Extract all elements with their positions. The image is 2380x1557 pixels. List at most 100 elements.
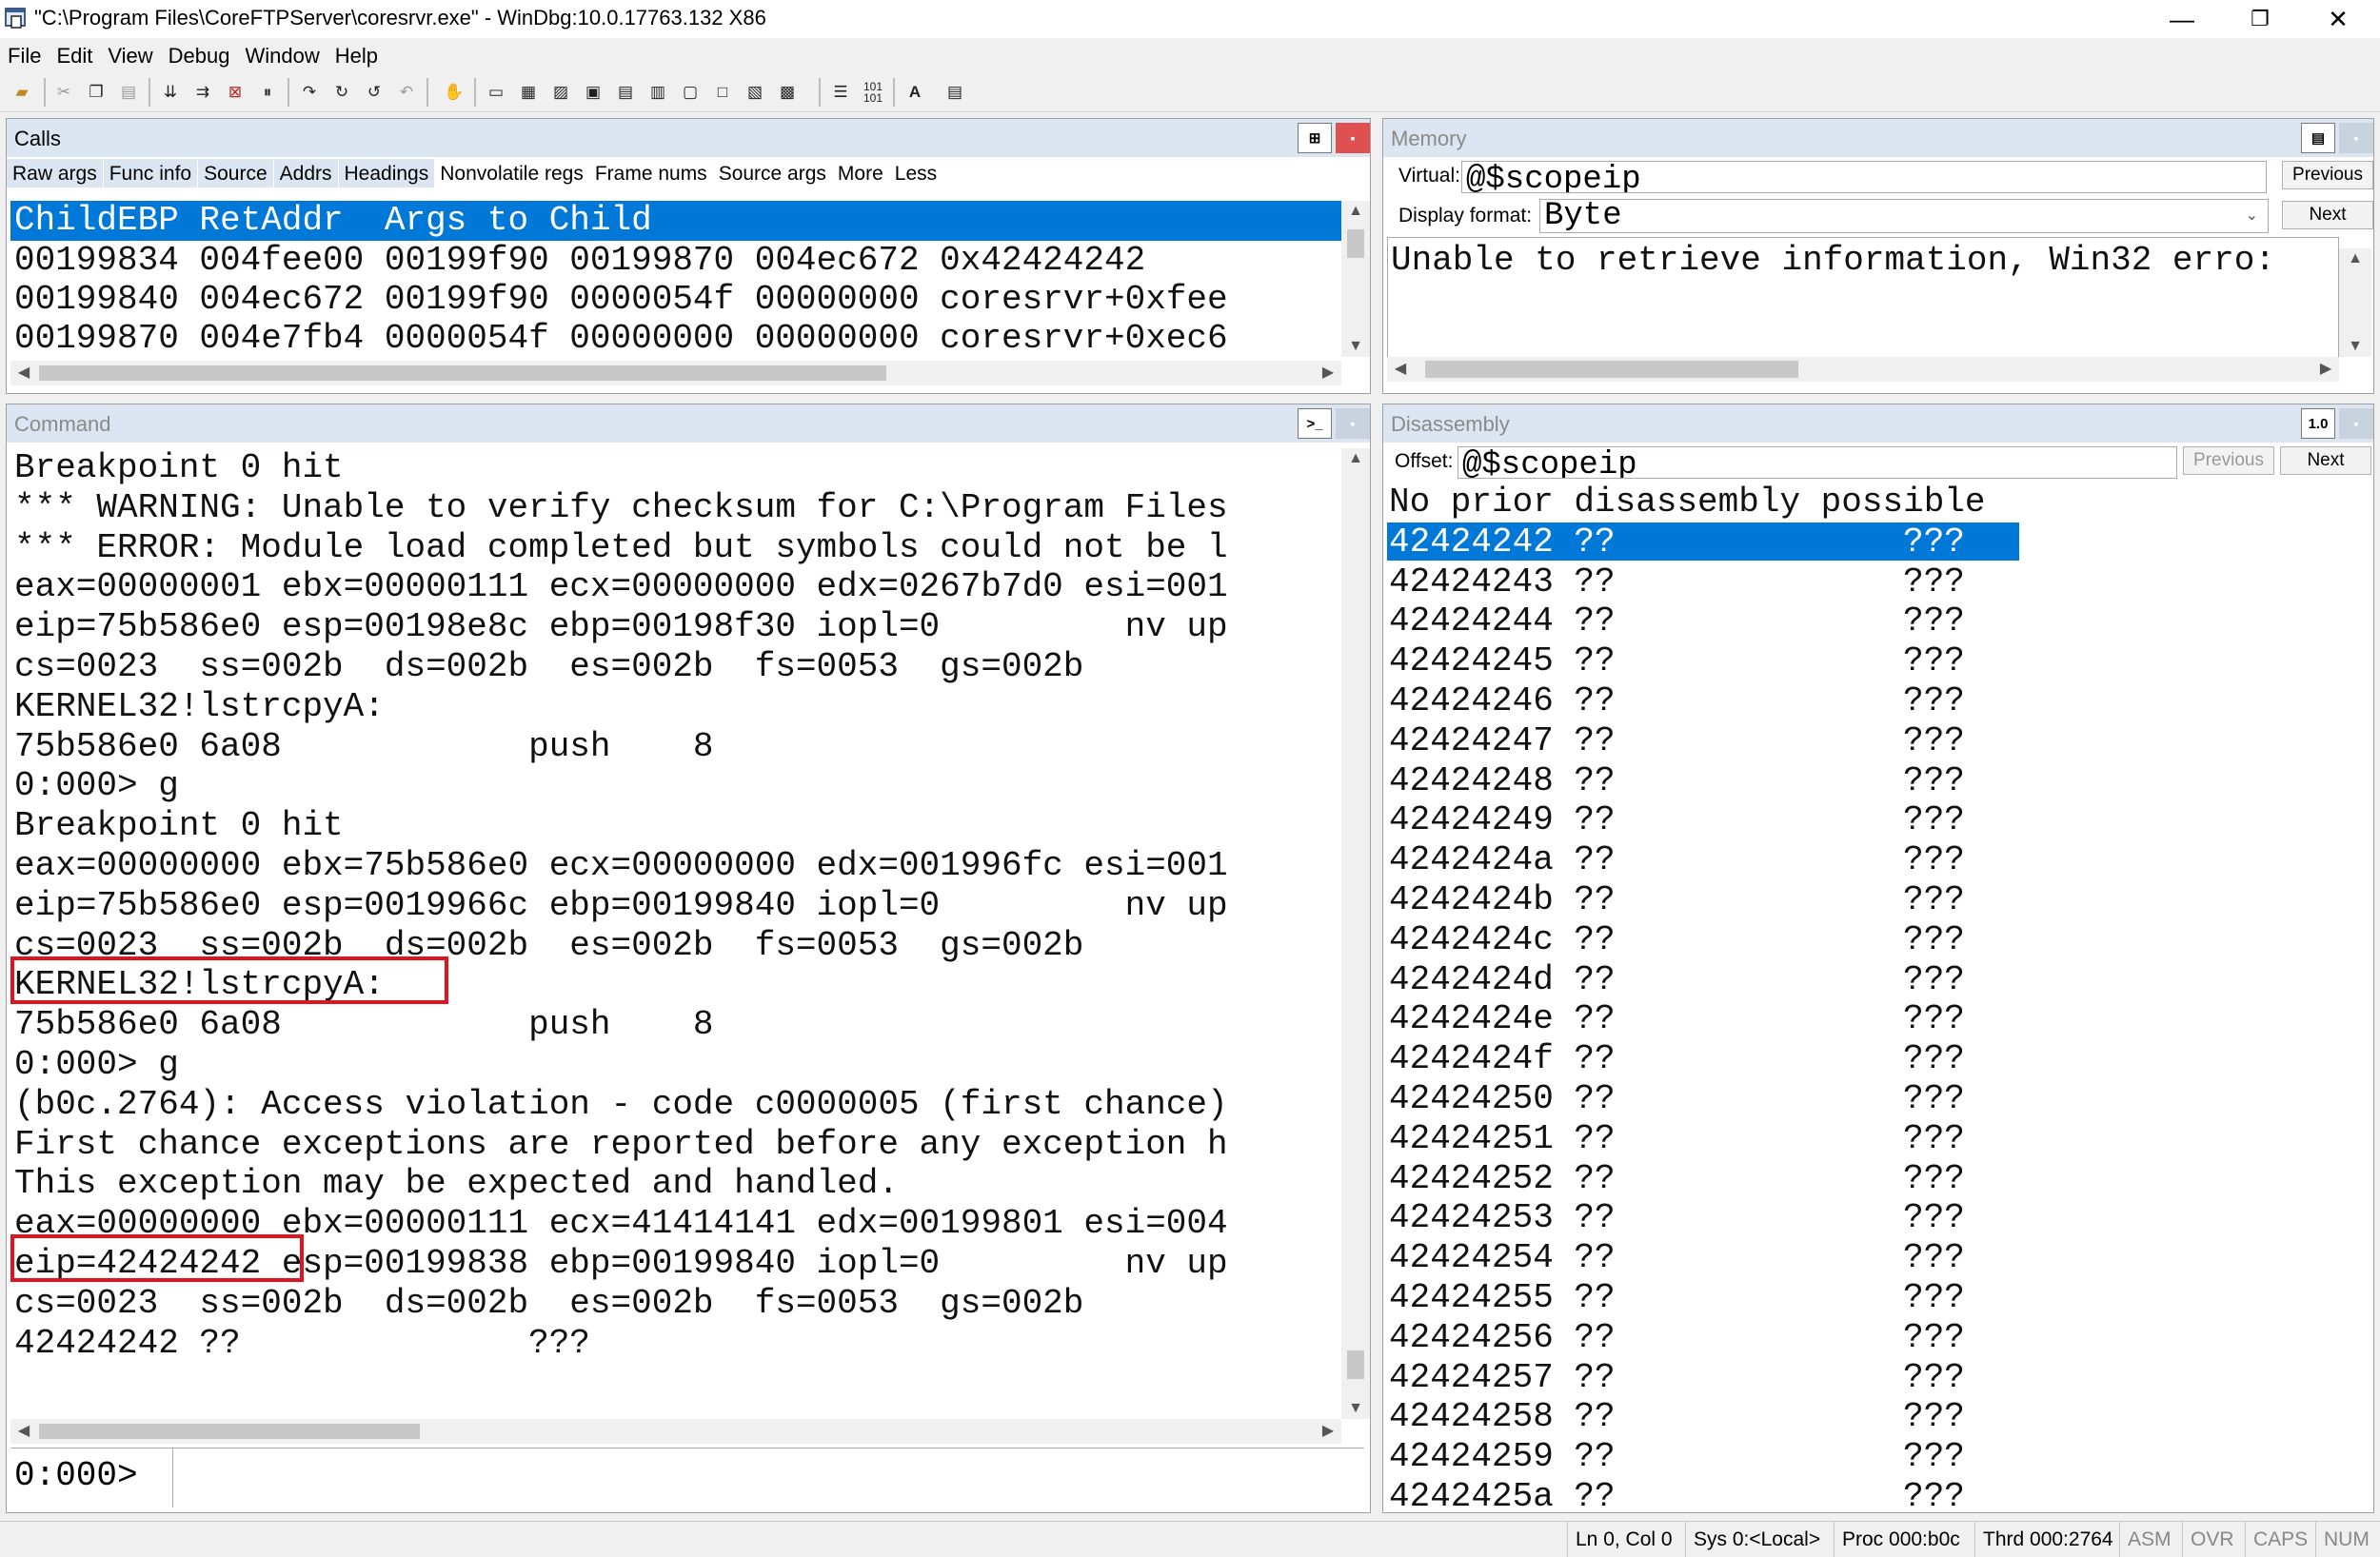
memory-next-button[interactable]: Next — [2282, 201, 2373, 229]
command-vertical-scrollbar[interactable]: ▲ ▼ — [1341, 448, 1370, 1419]
offset-input[interactable]: @$scopeip — [1458, 446, 2177, 479]
disassembly-window-icon[interactable]: 1.0 — [2301, 408, 2335, 439]
processes-threads-icon[interactable]: ▧ — [741, 78, 769, 107]
cut-icon[interactable]: ✂ — [50, 78, 78, 107]
watch-window-icon[interactable]: ▦ — [514, 78, 543, 107]
menu-debug[interactable]: Debug — [161, 40, 238, 72]
disassembly-window-icon[interactable]: ▢ — [676, 78, 704, 107]
call-stack-window-icon[interactable]: ▥ — [644, 78, 672, 107]
tab-frame-nums[interactable]: Frame nums — [589, 159, 713, 187]
source-mode-icon[interactable]: ▩ — [773, 78, 802, 107]
scroll-right-icon[interactable]: ▶ — [2314, 359, 2337, 378]
command-window-icon[interactable]: ▭ — [482, 78, 510, 107]
scroll-thumb[interactable] — [1347, 1350, 1364, 1379]
scratch-pad-icon[interactable]: □ — [708, 78, 737, 107]
scroll-thumb[interactable] — [1347, 229, 1364, 258]
scroll-up-icon[interactable]: ▲ — [1344, 203, 1367, 220]
open-icon[interactable]: ▰ — [8, 78, 36, 107]
scroll-left-icon[interactable]: ◀ — [1389, 359, 1412, 378]
disassembly-row[interactable]: 42424245 ?? ??? — [1389, 641, 1965, 681]
step-into-icon[interactable]: ↷ — [295, 78, 324, 107]
options-icon[interactable]: ▤ — [941, 78, 969, 107]
tab-raw-args[interactable]: Raw args — [7, 159, 104, 187]
disassembly-row[interactable]: 42424252 ?? ??? — [1389, 1159, 1965, 1199]
step-out-icon[interactable]: ↺ — [360, 78, 388, 107]
binary-icon[interactable]: 101 101 — [859, 78, 887, 107]
source-mode-on-icon[interactable]: ☰ — [826, 78, 855, 107]
disassembly-row[interactable]: 4242424c ?? ??? — [1389, 920, 1965, 960]
menu-window[interactable]: Window — [238, 40, 327, 72]
scroll-left-icon[interactable]: ◀ — [12, 1421, 35, 1440]
scroll-thumb[interactable] — [1425, 361, 1798, 378]
tab-headings[interactable]: Headings — [338, 159, 435, 187]
menu-help[interactable]: Help — [327, 40, 386, 72]
calls-horizontal-scrollbar[interactable]: ◀ ▶ — [10, 361, 1341, 385]
memory-vertical-scrollbar[interactable]: ▲ ▼ — [2339, 248, 2371, 357]
calls-window-icon[interactable]: ⊞ — [1298, 123, 1332, 153]
disassembly-row[interactable]: 42424255 ?? ??? — [1389, 1278, 1965, 1318]
calls-row[interactable]: 00199834 004fee00 00199f90 00199870 004e… — [14, 241, 1145, 280]
memory-previous-button[interactable]: Previous — [2282, 161, 2373, 189]
run-to-cursor-icon[interactable]: ↶ — [392, 78, 421, 107]
minimize-button[interactable]: — — [2144, 0, 2220, 38]
tab-more[interactable]: More — [832, 159, 889, 187]
memory-horizontal-scrollbar[interactable]: ◀ ▶ — [1387, 357, 2339, 382]
tab-nonvolatile-regs[interactable]: Nonvolatile regs — [434, 159, 589, 187]
memory-window-icon[interactable]: ▤ — [2301, 123, 2335, 153]
scroll-up-icon[interactable]: ▲ — [2344, 250, 2367, 267]
stop-debugging-icon[interactable]: ⊠ — [221, 78, 249, 107]
disassembly-row[interactable]: 42424249 ?? ??? — [1389, 800, 1965, 840]
disassembly-row[interactable]: 4242424e ?? ??? — [1389, 999, 1965, 1039]
scroll-thumb[interactable] — [39, 1424, 420, 1439]
locals-window-icon[interactable]: ▨ — [546, 78, 575, 107]
disassembly-row[interactable]: 42424251 ?? ??? — [1389, 1119, 1965, 1159]
scroll-right-icon[interactable]: ▶ — [1317, 363, 1339, 382]
disassembly-row[interactable]: 42424246 ?? ??? — [1389, 681, 1965, 721]
tab-source[interactable]: Source — [198, 159, 274, 187]
disassembly-row[interactable]: 42424243 ?? ??? — [1389, 562, 1965, 602]
memory-close-icon[interactable]: ▪ — [2339, 123, 2373, 153]
disassembly-row[interactable]: 42424250 ?? ??? — [1389, 1079, 1965, 1119]
scroll-down-icon[interactable]: ▼ — [2344, 338, 2367, 355]
disassembly-close-icon[interactable]: ▪ — [2339, 408, 2373, 439]
disassembly-row[interactable]: 4242424b ?? ??? — [1389, 880, 1965, 920]
memory-window-icon[interactable]: ▤ — [611, 78, 640, 107]
calls-close-icon[interactable]: ▪ — [1336, 123, 1370, 153]
disassembly-row[interactable]: 4242424a ?? ??? — [1389, 840, 1965, 880]
menu-file[interactable]: File — [0, 40, 49, 72]
display-format-select[interactable]: Byte ⌄ — [1539, 198, 2269, 234]
disassembly-row[interactable]: 42424257 ?? ??? — [1389, 1358, 1965, 1398]
scroll-right-icon[interactable]: ▶ — [1317, 1421, 1339, 1440]
command-input[interactable] — [172, 1449, 1364, 1508]
disassembly-row[interactable]: 4242425a ?? ??? — [1389, 1477, 1965, 1512]
copy-icon[interactable]: ❐ — [82, 78, 110, 107]
disassembly-row[interactable]: 42424242 ?? ??? — [1389, 522, 1965, 562]
restart-icon[interactable]: ⇉ — [188, 78, 217, 107]
registers-window-icon[interactable]: ▣ — [579, 78, 607, 107]
break-icon[interactable]: ⏸ — [253, 78, 282, 107]
scroll-up-icon[interactable]: ▲ — [1344, 450, 1367, 467]
calls-row[interactable]: 00199870 004e7fb4 0000054f 00000000 0000… — [14, 319, 1228, 358]
virtual-address-input[interactable]: @$scopeip — [1461, 161, 2267, 193]
disassembly-row[interactable]: 42424258 ?? ??? — [1389, 1397, 1965, 1437]
tab-func-info[interactable]: Func info — [103, 159, 199, 187]
disassembly-row[interactable]: 42424244 ?? ??? — [1389, 601, 1965, 641]
breakpoint-hand-icon[interactable]: ✋ — [440, 78, 468, 107]
menu-view[interactable]: View — [100, 40, 160, 72]
disassembly-row[interactable]: 42424256 ?? ??? — [1389, 1318, 1965, 1358]
disassembly-row[interactable]: 42424248 ?? ??? — [1389, 761, 1965, 801]
scroll-down-icon[interactable]: ▼ — [1344, 338, 1367, 355]
tab-less[interactable]: Less — [889, 159, 942, 187]
command-close-icon[interactable]: ▪ — [1336, 408, 1370, 439]
command-horizontal-scrollbar[interactable]: ◀ ▶ — [10, 1419, 1341, 1444]
disassembly-row[interactable]: 42424253 ?? ??? — [1389, 1198, 1965, 1238]
disassembly-row[interactable]: 42424259 ?? ??? — [1389, 1437, 1965, 1477]
step-over-icon[interactable]: ↻ — [327, 78, 356, 107]
go-icon[interactable]: ⇊ — [156, 78, 185, 107]
tab-addrs[interactable]: Addrs — [273, 159, 339, 187]
disassembly-row[interactable]: 4242424d ?? ??? — [1389, 960, 1965, 1000]
tab-source-args[interactable]: Source args — [713, 159, 832, 187]
scroll-down-icon[interactable]: ▼ — [1344, 1400, 1367, 1417]
restore-button[interactable]: ❐ — [2222, 0, 2298, 38]
scroll-left-icon[interactable]: ◀ — [12, 363, 35, 382]
